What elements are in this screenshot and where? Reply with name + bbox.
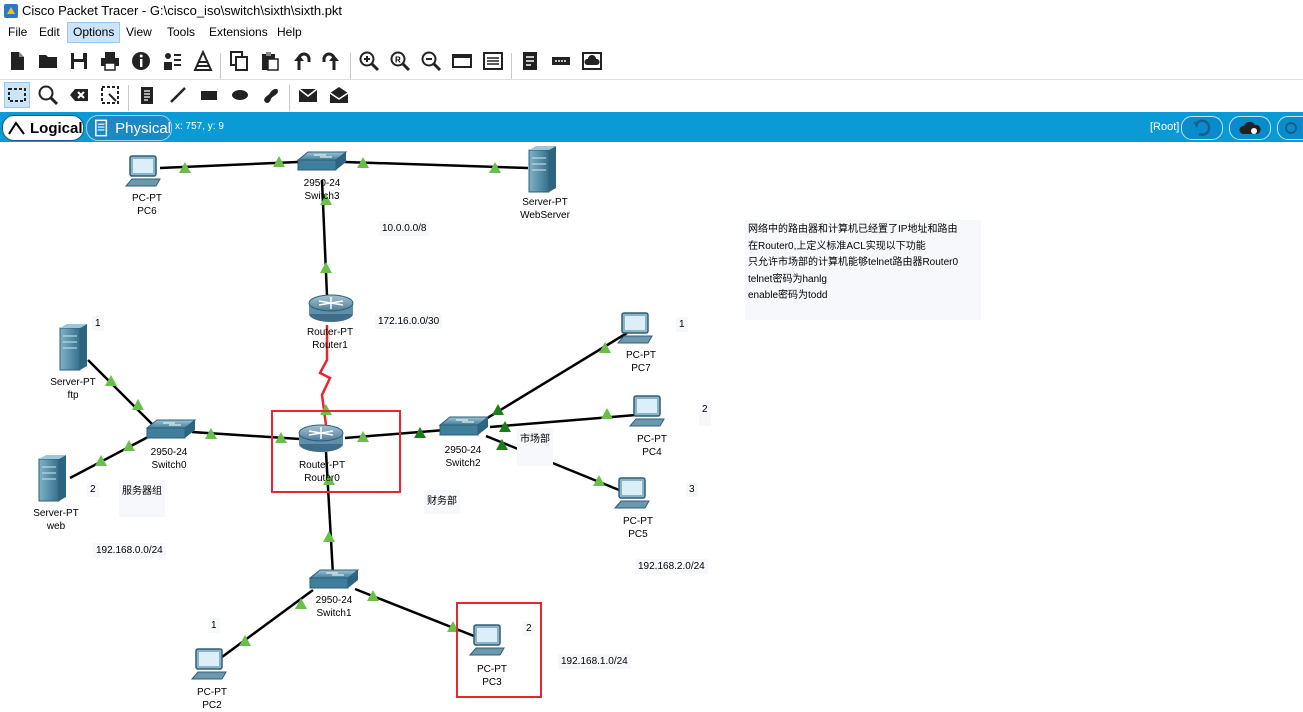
pc3-highlight-box[interactable] [456, 602, 542, 698]
pc6-device-keyboard [124, 178, 161, 187]
task-line: 网络中的路由器和计算机已经置了IP地址和路由 [748, 224, 958, 235]
note-pc2-number[interactable]: 1 [208, 618, 220, 633]
link-status-up-indicator [323, 531, 335, 542]
switch2-device-front [439, 424, 479, 436]
note-192-168-1-network[interactable]: 192.168.1.0/24 [558, 654, 631, 669]
switch3-label: 2950-24 Switch3 [303, 178, 341, 202]
switch2-pc4-link[interactable] [489, 413, 637, 429]
note-pc5-number[interactable]: 3 [686, 482, 698, 497]
ftp-server-device-side [80, 324, 87, 370]
webserver-device-side [549, 146, 556, 192]
web-label: Server-PT web [33, 508, 79, 532]
pc7-device-screen [625, 316, 645, 330]
switch0-label: 2950-24 Switch0 [150, 447, 188, 471]
link-status-up-indicator [295, 598, 307, 609]
pc6-label: PC-PT PC6 [132, 193, 162, 217]
pc7-device-keyboard [616, 335, 653, 344]
task-line: telnet密码为hanlg [748, 273, 827, 285]
pc4-device-keyboard [628, 418, 665, 427]
note-192-168-2-network[interactable]: 192.168.2.0/24 [635, 559, 708, 574]
note-pc7-number[interactable]: 1 [676, 317, 688, 332]
pc2-device-keyboard [190, 671, 227, 680]
ftp-label: Server-PT ftp [50, 377, 96, 401]
pc2-device-screen [199, 652, 219, 666]
switch1-device-front [309, 577, 349, 589]
pc4-device-screen [637, 399, 657, 413]
switch1-pc2-link[interactable] [221, 588, 314, 659]
note-ftp-number[interactable]: 1 [92, 316, 104, 331]
pc5-device-screen [622, 481, 642, 495]
web-switch0-link[interactable] [69, 435, 149, 480]
task-line: enable密码为todd [748, 290, 828, 301]
link-status-up-indicator [601, 408, 613, 419]
task-description-note[interactable]: 网络中的路由器和计算机已经置了IP地址和路由 在Router0,上定义标准ACL… [745, 220, 981, 320]
ftp-switch0-link[interactable] [87, 359, 153, 425]
ftp-server-device[interactable] [59, 327, 81, 371]
task-line: 在Router0,上定义标准ACL实现以下功能 [748, 240, 926, 252]
pc5-device-keyboard [613, 500, 650, 509]
web-server-device-side [59, 455, 66, 501]
pc4-label: PC-PT PC4 [637, 434, 667, 458]
note-10-network[interactable]: 10.0.0.0/8 [379, 221, 430, 236]
switch2-label: 2950-24 Switch2 [444, 445, 482, 469]
note-market-dept[interactable]: 市场部 [517, 428, 553, 466]
note-web-number[interactable]: 2 [87, 482, 99, 497]
switch3-webserver-link[interactable] [344, 160, 529, 170]
link-status-up-indicator [320, 262, 332, 273]
pc6-device-screen [133, 159, 153, 173]
note-finance-dept[interactable]: 财务部 [424, 490, 460, 514]
webserver-label: Server-PT WebServer [520, 197, 570, 221]
pc7-label: PC-PT PC7 [626, 350, 656, 374]
switch1-label: 2950-24 Switch1 [315, 595, 353, 619]
note-172-network[interactable]: 172.16.0.0/30 [375, 314, 443, 329]
note-192-168-0-network[interactable]: 192.168.0.0/24 [93, 543, 166, 558]
pc2-label: PC-PT PC2 [197, 687, 227, 711]
note-pc4-number[interactable]: 2 [699, 402, 711, 426]
router1-label: Router-PT Router1 [306, 327, 354, 351]
task-line: 只允许市场部的计算机能够telnet路由器Router0 [748, 257, 959, 268]
web-server-device[interactable] [38, 458, 60, 502]
switch3-device-front [297, 159, 337, 171]
note-server-group[interactable]: 服务器组 [119, 480, 165, 517]
pc5-label: PC-PT PC5 [623, 516, 653, 540]
webserver-device[interactable] [528, 149, 550, 193]
switch0-device-front [146, 427, 186, 439]
router0-highlight-box[interactable] [271, 410, 401, 493]
